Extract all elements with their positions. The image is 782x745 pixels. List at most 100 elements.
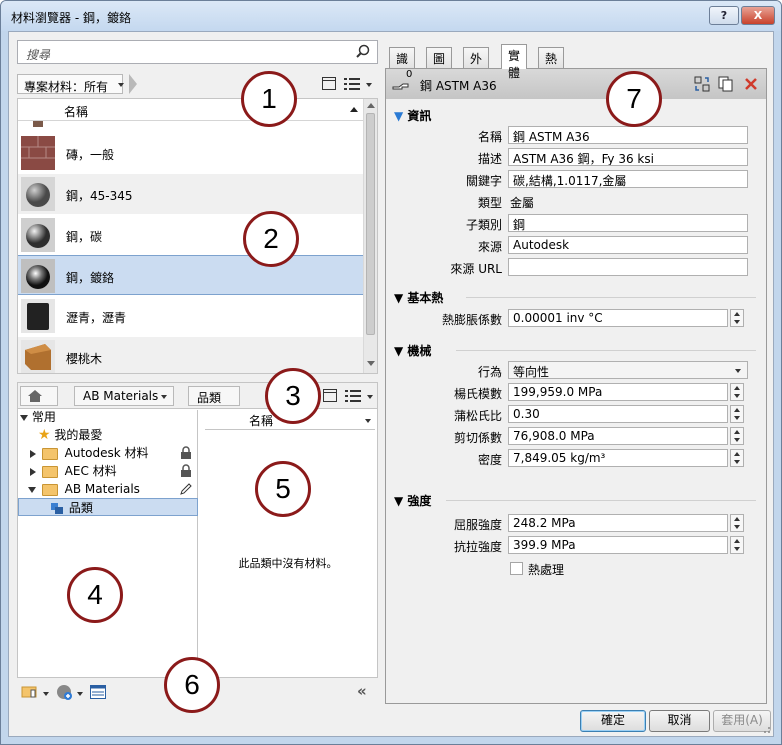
list-item[interactable]: 鋼，碳 (18, 215, 364, 255)
description-field[interactable]: ASTM A36 鋼，Fy 36 ksi (508, 148, 748, 166)
home-button[interactable] (20, 386, 58, 406)
chevron-down-icon (118, 83, 124, 87)
breadcrumb-category[interactable]: 品類 (188, 386, 240, 406)
expand-right-icon[interactable] (30, 449, 36, 458)
youngs-modulus-field[interactable]: 199,959.0 MPa (508, 383, 728, 401)
list-item-selected[interactable]: 鋼，鍍鉻 (18, 255, 364, 295)
breadcrumb-ab-materials[interactable]: AB Materials (74, 386, 174, 406)
close-button[interactable]: X (741, 6, 775, 25)
manage-library-icon[interactable] (21, 684, 43, 700)
remove-asset-icon[interactable] (744, 77, 758, 91)
expand-down-icon[interactable] (20, 414, 28, 421)
youngs-modulus-spinner[interactable] (730, 383, 744, 401)
callout-5: 5 (255, 461, 311, 517)
show-hide-library-icon[interactable] (322, 77, 336, 90)
create-material-chevron-icon[interactable] (77, 692, 83, 696)
column-name-header[interactable]: 名稱 (64, 103, 88, 120)
yield-strength-spinner[interactable] (730, 514, 744, 532)
section-mechanical-header[interactable]: ▼ 機械 (394, 342, 431, 359)
list-header[interactable]: 名稱 (18, 99, 364, 121)
tab-graphics[interactable]: 圖形 (426, 47, 453, 83)
search-input[interactable]: 搜尋 (17, 40, 378, 64)
behavior-select[interactable]: 等向性 (508, 361, 748, 379)
scroll-up-icon[interactable] (367, 103, 375, 108)
subclass-field[interactable]: 鋼 (508, 214, 748, 232)
show-hide-tree-icon[interactable] (323, 389, 337, 402)
collapse-panel-icon[interactable]: « (357, 682, 367, 700)
source-url-field[interactable] (508, 258, 748, 276)
density-field[interactable]: 7,849.05 kg/m³ (508, 449, 728, 467)
library-materials-pane: 名稱 此品類中沒有材料。 (199, 410, 377, 677)
field-label: 關鍵字 (465, 174, 502, 188)
carbon-steel-thumbnail-icon (21, 218, 55, 252)
manage-library-chevron-icon[interactable] (43, 692, 49, 696)
vertical-scrollbar[interactable] (363, 99, 377, 373)
density-spinner[interactable] (730, 449, 744, 467)
tree-item-label: AB Materials (64, 482, 140, 496)
title-bar[interactable]: 材料瀏覽器 - 鋼，鍍鉻 ? X (1, 1, 781, 31)
poisson-ratio-spinner[interactable] (730, 405, 744, 423)
tab-appearance[interactable]: 外觀 (463, 47, 490, 83)
field-label: 蒲松氏比 (453, 409, 502, 423)
thermal-expansion-field[interactable]: 0.00001 inv °C (508, 309, 728, 327)
section-strength-header[interactable]: ▼ 強度 (394, 492, 431, 509)
create-material-icon[interactable] (55, 683, 75, 701)
column-menu-chevron-icon[interactable] (365, 419, 371, 423)
resize-grip-icon[interactable] (761, 724, 771, 734)
sort-ascending-icon (350, 107, 358, 112)
divider (456, 350, 756, 351)
tab-identity[interactable]: 識別 (389, 47, 416, 83)
project-materials-filter[interactable]: 專案材料：所有 (17, 74, 124, 94)
tree-item-autodesk-materials[interactable]: Autodesk 材料 (30, 444, 149, 462)
asset-browser-icon[interactable] (90, 685, 106, 699)
section-info-header[interactable]: ▼ 資訊 (394, 107, 431, 124)
section-thermal-header[interactable]: ▼ 基本熱 (394, 289, 443, 306)
folder-icon (41, 447, 58, 460)
poisson-ratio-field[interactable]: 0.30 (508, 405, 728, 423)
tree-item-category[interactable]: 品類 (18, 498, 198, 516)
project-materials-bar: 專案材料：所有 (17, 72, 378, 96)
thermal-expansion-spinner[interactable] (730, 309, 744, 327)
scrollbar-thumb[interactable] (366, 113, 375, 335)
name-field[interactable]: 鋼 ASTM A36 (508, 126, 748, 144)
list-item[interactable]: 瀝青，瀝青 (18, 296, 364, 336)
heat-treated-checkbox[interactable] (510, 562, 523, 575)
column-name-header[interactable]: 名稱 (249, 412, 273, 429)
material-rows: 磚，一般 鋼，45-345 鋼，碳 鋼，鍍鉻 瀝青，瀝青 櫻桃木 (18, 121, 364, 373)
tab-thermal[interactable]: 熱度 (538, 47, 565, 83)
expand-down-icon[interactable] (28, 486, 36, 493)
tree-item-ab-materials[interactable]: AB Materials (28, 480, 140, 498)
tab-physical[interactable]: 實體 (501, 44, 528, 80)
breadcrumb-label: AB Materials (83, 389, 159, 403)
yield-strength-field[interactable]: 248.2 MPa (508, 514, 728, 532)
shear-modulus-spinner[interactable] (730, 427, 744, 445)
duplicate-asset-icon[interactable] (718, 76, 734, 92)
view-options-chevron-icon[interactable] (367, 395, 373, 399)
tree-item-label: AEC 材料 (64, 464, 117, 478)
list-view-icon[interactable] (345, 390, 361, 402)
list-item[interactable]: 鋼，45-345 (18, 174, 364, 214)
callout-3: 3 (265, 368, 321, 424)
replace-asset-icon[interactable] (694, 76, 710, 92)
tree-item-favorites[interactable]: ★ 我的最愛 (38, 426, 102, 444)
help-button[interactable]: ? (709, 6, 739, 25)
view-options-chevron-icon[interactable] (366, 83, 372, 87)
tree-item-aec-materials[interactable]: AEC 材料 (30, 462, 117, 480)
cancel-button[interactable]: 取消 (649, 710, 710, 732)
asset-header: 0 鋼 ASTM A36 (386, 69, 766, 99)
tensile-strength-field[interactable]: 399.9 MPa (508, 536, 728, 554)
tree-item-common[interactable]: 常用 (20, 408, 56, 426)
scroll-down-icon[interactable] (367, 361, 375, 366)
tensile-strength-spinner[interactable] (730, 536, 744, 554)
asset-name: 鋼 ASTM A36 (420, 79, 497, 93)
list-item[interactable]: 磚，一般 (18, 133, 364, 173)
shear-modulus-field[interactable]: 76,908.0 MPa (508, 427, 728, 445)
expand-right-icon[interactable] (30, 467, 36, 476)
keywords-field[interactable]: 碳,結構,1.0117,金屬 (508, 170, 748, 188)
list-view-icon[interactable] (344, 78, 360, 90)
ok-button[interactable]: 確定 (580, 710, 646, 732)
source-field[interactable]: Autodesk (508, 236, 748, 254)
pencil-icon[interactable] (179, 482, 193, 496)
search-icon[interactable] (355, 44, 371, 60)
list-item[interactable]: 櫻桃木 (18, 337, 364, 373)
